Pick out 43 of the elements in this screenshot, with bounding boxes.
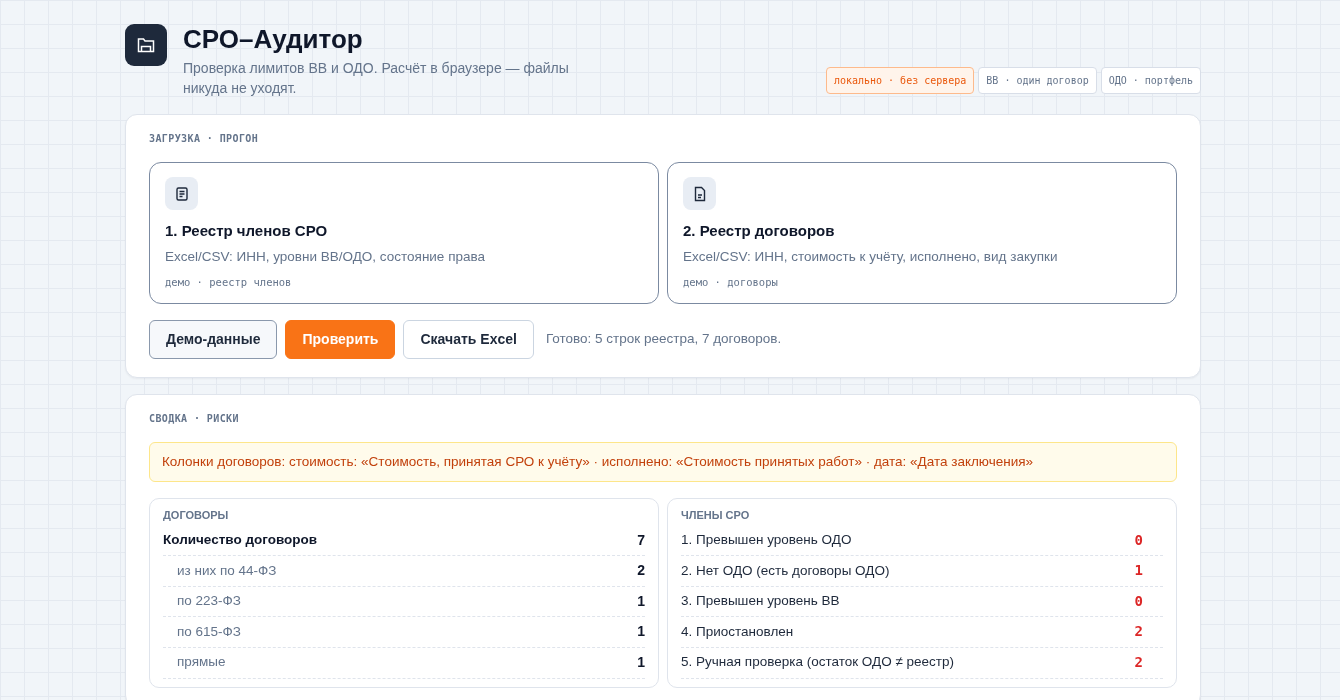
list-document-icon xyxy=(173,185,190,202)
row-label: 5. Ручная проверка (остаток ОДО ≠ реестр) xyxy=(681,653,955,672)
row-label: 3. Превышен уровень ВВ xyxy=(681,592,840,611)
row-label: из них по 44-ФЗ xyxy=(176,561,277,580)
row-label: по 223-ФЗ xyxy=(176,592,241,611)
tag-badge: ВВ · один договор xyxy=(978,67,1097,95)
file-title: 1. Реестр членов СРО xyxy=(165,221,329,242)
row-value: 1 xyxy=(1134,561,1143,581)
file-description: Excel/CSV: ИНН, уровни ВВ/ОДО, состояние права xyxy=(165,247,486,266)
status-text: Готово: 5 строк реестра, 7 договоров. xyxy=(545,330,782,349)
file-drop-zone[interactable]: 1. Реестр членов СРО Excel/CSV: ИНН, уровни ВВ/ОДО, состояние права демо · реестр членов xyxy=(149,162,659,304)
row-value: 2 xyxy=(1134,622,1143,642)
row-label: Количество договоров xyxy=(163,530,318,549)
demo-data-button[interactable]: Демо-данные xyxy=(149,319,278,359)
file-description: Excel/CSV: ИНН, стоимость к учёту, исполнено, вид закупки xyxy=(683,247,1059,266)
file-hint: демо · реестр членов xyxy=(165,275,293,291)
file-hint: демо · договоры xyxy=(683,275,779,291)
row-value: 2 xyxy=(637,561,645,581)
row-label: по 615-ФЗ xyxy=(176,622,241,641)
row-label: прямые xyxy=(176,653,226,672)
panel-heading: ЧЛЕНЫ СРО xyxy=(681,508,751,524)
row-label: 2. Нет ОДО (есть договоры ОДО) xyxy=(681,561,890,580)
row-label: 1. Превышен уровень ОДО xyxy=(681,530,852,549)
panel-heading: ДОГОВОРЫ xyxy=(163,508,230,524)
section-heading: СВОДКА · РИСКИ xyxy=(149,411,240,426)
row-label: 4. Приостановлен xyxy=(681,622,794,641)
row-value: 1 xyxy=(637,591,645,611)
tag-badge: локально · без сервера xyxy=(825,67,975,95)
row-value: 7 xyxy=(637,530,645,550)
columns-notice: Колонки договоров: стоимость: «Стоимость, принятая СРО к учёту» · исполнено: «Стоимость принятых работ» · дата: «Дата заключения» xyxy=(149,441,1177,483)
app-title: СРО–Аудитор xyxy=(183,24,364,56)
row-value: 1 xyxy=(637,653,645,672)
download-button[interactable]: Скачать Excel xyxy=(403,319,534,359)
row-value: 1 xyxy=(637,622,645,642)
file-drop-zone[interactable]: 2. Реестр договоров Excel/CSV: ИНН, стоимость к учёту, исполнено, вид закупки демо · договоры xyxy=(667,162,1177,304)
file-title: 2. Реестр договоров xyxy=(683,221,836,242)
app-subtitle: Проверка лимитов ВВ и ОДО. Расчёт в браузере — файлы никуда не уходят. xyxy=(183,59,570,98)
row-value: 2 xyxy=(1134,653,1143,672)
row-value: 0 xyxy=(1134,591,1143,611)
row-value: 0 xyxy=(1134,530,1143,550)
folder-icon xyxy=(137,37,155,53)
tag-badge: ОДО · портфель xyxy=(1100,67,1201,95)
section-heading: ЗАГРУЗКА · ПРОГОН xyxy=(149,132,260,147)
